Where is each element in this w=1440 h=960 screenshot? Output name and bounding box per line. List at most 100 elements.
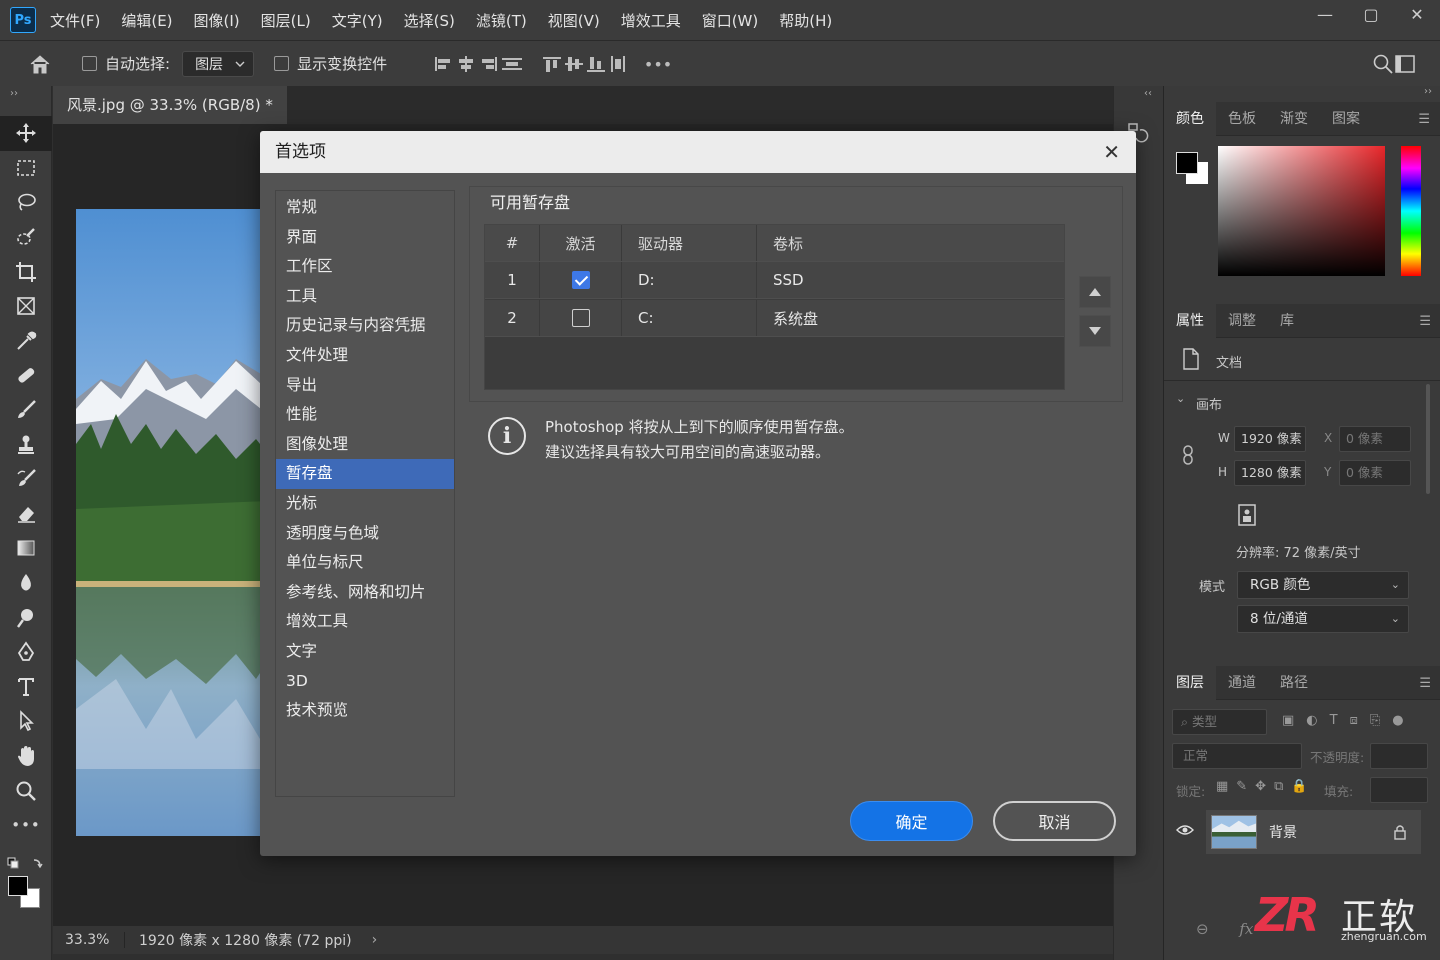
menu-window[interactable]: 窗口(W) — [702, 10, 759, 31]
menu-select[interactable]: 选择(S) — [404, 10, 455, 31]
pen-tool-icon[interactable] — [0, 635, 52, 670]
collapse-panels-icon[interactable]: ›› — [1424, 86, 1432, 97]
height-field[interactable]: 1280 像素 — [1234, 460, 1306, 486]
nav-item-performance[interactable]: 性能 — [276, 400, 454, 430]
blend-mode-dropdown[interactable]: 正常 — [1172, 743, 1302, 769]
panel-menu-icon[interactable]: ☰ — [1418, 112, 1430, 127]
align-top-icon[interactable] — [541, 55, 563, 73]
eraser-tool-icon[interactable] — [0, 497, 52, 532]
menu-type[interactable]: 文字(Y) — [332, 10, 383, 31]
tab-paths[interactable]: 路径 — [1268, 666, 1320, 700]
tab-patterns[interactable]: 图案 — [1320, 102, 1372, 136]
color-swatch-fg[interactable] — [1176, 152, 1198, 174]
menu-file[interactable]: 文件(F) — [50, 10, 100, 31]
blur-tool-icon[interactable] — [0, 566, 52, 601]
tab-swatches[interactable]: 色板 — [1216, 102, 1268, 136]
maximize-button[interactable]: ▢ — [1348, 0, 1394, 30]
active-checkbox[interactable] — [571, 271, 590, 289]
crop-tool-icon[interactable] — [0, 254, 52, 289]
home-icon[interactable] — [28, 53, 52, 75]
nav-item-units-rulers[interactable]: 单位与标尺 — [276, 548, 454, 578]
width-field[interactable]: 1920 像素 — [1234, 426, 1306, 452]
path-selection-tool-icon[interactable] — [0, 704, 52, 739]
lock-icon[interactable] — [1393, 824, 1407, 840]
more-options-icon[interactable]: ••• — [643, 55, 673, 74]
y-field[interactable]: 0 像素 — [1339, 460, 1411, 486]
move-tool-icon[interactable] — [0, 116, 52, 151]
fx-icon[interactable]: fx — [1239, 920, 1253, 938]
color-picker-field[interactable] — [1218, 146, 1385, 276]
table-row[interactable]: 2 C: 系统盘 — [485, 300, 1064, 337]
menu-view[interactable]: 视图(V) — [548, 10, 600, 31]
portrait-orientation-icon[interactable] — [1238, 504, 1256, 526]
distribute-icon[interactable] — [499, 55, 525, 73]
nav-item-interface[interactable]: 界面 — [276, 223, 454, 253]
distribute-v-icon[interactable] — [607, 55, 629, 73]
nav-item-file-handling[interactable]: 文件处理 — [276, 341, 454, 371]
menu-edit[interactable]: 编辑(E) — [121, 10, 172, 31]
menu-plugins[interactable]: 增效工具 — [621, 10, 681, 31]
nav-item-guides-grid[interactable]: 参考线、网格和切片 — [276, 578, 454, 608]
document-tab[interactable]: 风景.jpg @ 33.3% (RGB/8) * — [53, 86, 287, 124]
healing-brush-tool-icon[interactable] — [0, 358, 52, 393]
panel-menu-icon[interactable]: ☰ — [1419, 314, 1431, 329]
nav-item-general[interactable]: 常规 — [276, 193, 454, 223]
close-icon[interactable]: ✕ — [1103, 131, 1120, 173]
quick-select-tool-icon[interactable] — [0, 220, 52, 255]
menu-filter[interactable]: 滤镜(T) — [476, 10, 527, 31]
nav-item-plugins[interactable]: 增效工具 — [276, 607, 454, 637]
nav-item-export[interactable]: 导出 — [276, 371, 454, 401]
tab-gradients[interactable]: 渐变 — [1268, 102, 1320, 136]
search-icon[interactable] — [1372, 53, 1394, 75]
canvas-chevron-icon[interactable]: ⌄ — [1176, 392, 1185, 405]
status-arrow-icon[interactable]: › — [372, 932, 378, 948]
align-right-icon[interactable] — [477, 55, 499, 73]
hue-slider[interactable] — [1401, 146, 1421, 276]
tab-color[interactable]: 颜色 — [1164, 101, 1216, 136]
move-up-button[interactable] — [1079, 276, 1111, 308]
nav-item-cursors[interactable]: 光标 — [276, 489, 454, 519]
opacity-field[interactable] — [1370, 743, 1428, 769]
menu-help[interactable]: 帮助(H) — [779, 10, 832, 31]
nav-item-3d[interactable]: 3D — [276, 667, 454, 697]
link-layers-icon[interactable]: ⊖ — [1196, 920, 1209, 938]
x-field[interactable]: 0 像素 — [1339, 426, 1411, 452]
tab-libraries[interactable]: 库 — [1268, 304, 1306, 338]
tab-properties[interactable]: 属性 — [1164, 303, 1216, 338]
fill-field[interactable] — [1370, 777, 1428, 803]
hand-tool-icon[interactable] — [0, 739, 52, 774]
move-down-button[interactable] — [1079, 315, 1111, 347]
marquee-tool-icon[interactable] — [0, 151, 52, 186]
brush-tool-icon[interactable] — [0, 393, 52, 428]
nav-item-tools[interactable]: 工具 — [276, 282, 454, 312]
foreground-background-color-swatch[interactable] — [8, 876, 42, 910]
cancel-button[interactable]: 取消 — [993, 801, 1116, 841]
dodge-tool-icon[interactable] — [0, 600, 52, 635]
layer-kind-filter[interactable]: ⌕ 类型 — [1172, 709, 1267, 735]
gradient-tool-icon[interactable] — [0, 531, 52, 566]
foreground-color[interactable] — [8, 876, 28, 896]
type-tool-icon[interactable] — [0, 670, 52, 705]
swap-colors-icon[interactable] — [6, 856, 46, 872]
tab-layers[interactable]: 图层 — [1164, 665, 1216, 700]
close-window-button[interactable]: ✕ — [1394, 0, 1440, 30]
menu-image[interactable]: 图像(I) — [194, 10, 240, 31]
ok-button[interactable]: 确定 — [850, 801, 973, 841]
active-checkbox[interactable] — [571, 309, 590, 327]
nav-item-tech-previews[interactable]: 技术预览 — [276, 696, 454, 726]
nav-item-workspace[interactable]: 工作区 — [276, 252, 454, 282]
auto-select-dropdown[interactable]: 图层 — [182, 50, 255, 77]
properties-scrollbar[interactable] — [1426, 384, 1430, 494]
minimize-button[interactable]: — — [1302, 0, 1348, 30]
tab-channels[interactable]: 通道 — [1216, 666, 1268, 700]
mode-dropdown[interactable]: RGB 颜色 ⌄ — [1237, 571, 1409, 599]
auto-select-checkbox[interactable] — [82, 56, 97, 71]
eye-icon[interactable] — [1176, 823, 1194, 837]
panel-menu-icon[interactable]: ☰ — [1419, 676, 1431, 691]
workspace-icon[interactable] — [1394, 53, 1416, 75]
zoom-level[interactable]: 33.3% — [53, 932, 125, 948]
nav-item-history[interactable]: 历史记录与内容凭据 — [276, 311, 454, 341]
nav-item-image-processing[interactable]: 图像处理 — [276, 430, 454, 460]
more-tools-icon[interactable]: ••• — [0, 808, 52, 843]
eyedropper-tool-icon[interactable] — [0, 324, 52, 359]
